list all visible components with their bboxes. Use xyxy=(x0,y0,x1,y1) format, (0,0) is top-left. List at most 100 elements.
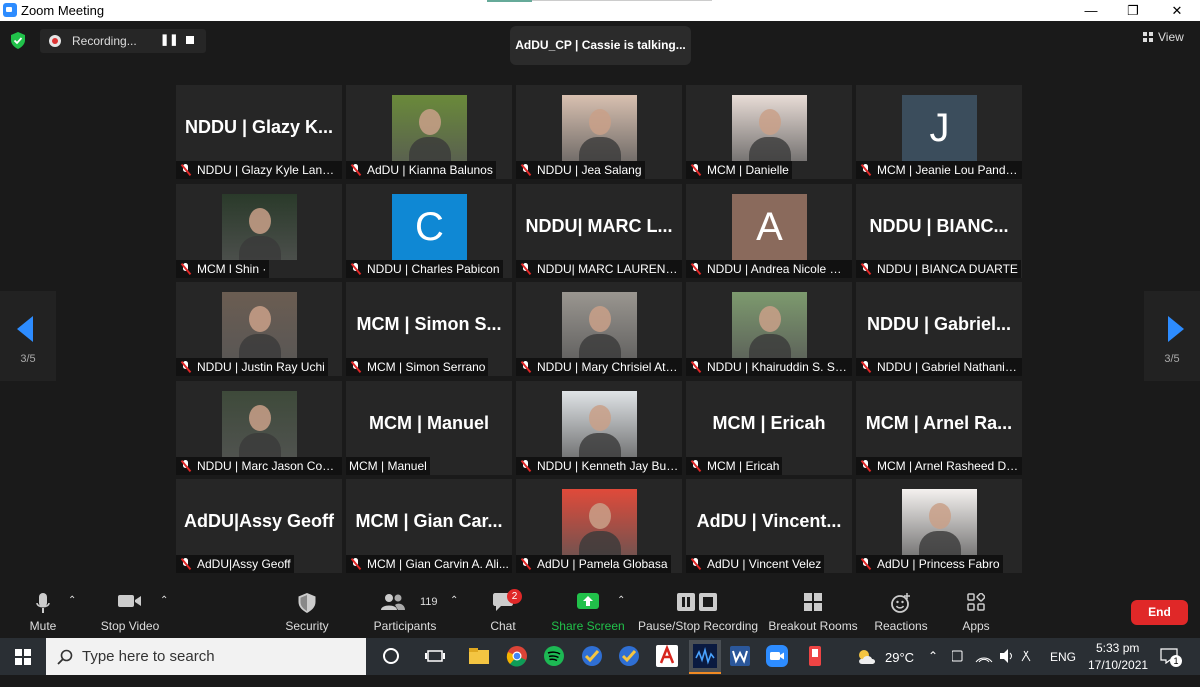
participant-tile[interactable]: NDDU | Khairuddin S. Sal... xyxy=(686,282,852,376)
reactions-button[interactable]: Reactions xyxy=(870,581,932,638)
participant-name-label: MCM | Gian Carvin A. Ali... xyxy=(346,555,512,573)
participant-tile[interactable]: MCM | Ericah MCM | Ericah xyxy=(686,380,852,475)
acrobat-icon[interactable] xyxy=(655,644,679,668)
participant-tile[interactable]: NDDU | BIANC... NDDU | BIANCA DUARTE xyxy=(856,183,1022,278)
next-page-button[interactable]: 3/5 xyxy=(1144,291,1200,381)
participant-tile[interactable]: AdDU | Princess Fabro xyxy=(856,479,1022,573)
participant-tile[interactable]: NDDU | Gabriel... NDDU | Gabriel Nathanie… xyxy=(856,282,1022,376)
audio-app-icon[interactable] xyxy=(689,640,721,674)
security-button[interactable]: Security xyxy=(281,581,333,638)
chat-button[interactable]: 2 Chat xyxy=(480,581,526,638)
muted-microphone-icon xyxy=(519,361,533,373)
start-button[interactable] xyxy=(0,638,46,675)
taskbar-search-box[interactable]: Type here to search xyxy=(46,638,366,675)
participant-tile[interactable]: NDDU| MARC L... NDDU| MARC LAUREN P... xyxy=(516,183,682,278)
breakout-rooms-button[interactable]: Breakout Rooms xyxy=(768,581,858,638)
video-options-chevron-icon[interactable]: ⌃ xyxy=(160,595,168,606)
task-view-icon[interactable] xyxy=(379,644,403,668)
participant-tile[interactable]: MCM | Arnel Ra... MCM | Arnel Rasheed De.… xyxy=(856,380,1022,475)
mute-button[interactable]: Mute xyxy=(18,581,68,638)
chrome-icon[interactable] xyxy=(505,644,529,668)
title-bar: Zoom Meeting — ❐ ✕ xyxy=(0,0,1200,21)
participant-tile[interactable]: AdDU | Kianna Balunos xyxy=(346,85,512,179)
participant-tile[interactable]: MCM | Gian Car... MCM | Gian Carvin A. Al… xyxy=(346,479,512,573)
participant-tile[interactable]: NDDU | Mary Chrisiel Ata... xyxy=(516,282,682,376)
participant-tile[interactable]: C NDDU | Charles Pabicon xyxy=(346,183,512,278)
muted-microphone-icon xyxy=(859,262,873,275)
participant-tile[interactable]: MCM | Danielle xyxy=(686,85,852,179)
participant-name: NDDU | Kenneth Jay Bue... xyxy=(537,458,682,473)
pinned-app-icon[interactable] xyxy=(803,644,827,668)
input-language[interactable]: ENG xyxy=(1050,650,1076,687)
person-body-icon xyxy=(579,137,621,161)
participant-tile[interactable]: NDDU | Marc Jason Com... xyxy=(176,380,342,475)
participant-tile[interactable]: NDDU | Jea Salang xyxy=(516,85,682,179)
zoom-taskbar-icon[interactable] xyxy=(765,644,789,668)
checkmark-app-icon[interactable] xyxy=(580,644,604,668)
participant-video-thumbnail xyxy=(902,489,977,555)
notifications-button[interactable]: 1 xyxy=(1158,638,1188,675)
recording-pause-icon[interactable]: ❚❚ xyxy=(160,33,178,46)
participant-name: NDDU | Marc Jason Com... xyxy=(197,458,342,473)
person-silhouette-icon xyxy=(589,306,611,332)
participants-options-chevron-icon[interactable]: ⌃ xyxy=(450,595,458,606)
show-hidden-icons-chevron-icon[interactable]: ⌃ xyxy=(928,649,938,686)
participant-tile[interactable]: J MCM | Jeanie Lou Pandero xyxy=(856,85,1022,179)
zoom-app-icon xyxy=(3,3,17,17)
person-body-icon xyxy=(579,432,621,457)
participant-display-name: NDDU | BIANC... xyxy=(869,215,1009,236)
pause-stop-recording-button[interactable]: Pause/Stop Recording xyxy=(638,581,758,638)
participant-tile[interactable]: NDDU | Glazy K... NDDU | Glazy Kyle Lande… xyxy=(176,85,342,179)
participant-display-name: MCM | Arnel Ra... xyxy=(865,412,1013,433)
video-camera-icon xyxy=(118,595,141,607)
participant-display-name: NDDU| MARC L... xyxy=(525,215,673,236)
participant-name-label: MCM | Jeanie Lou Pandero xyxy=(856,161,1022,179)
chat-unread-badge: 2 xyxy=(507,589,522,604)
participant-tile[interactable]: MCM | Simon S... MCM | Simon Serrano xyxy=(346,282,512,376)
maximize-button[interactable]: ❐ xyxy=(1110,0,1156,21)
muted-microphone-icon xyxy=(519,459,533,472)
clock[interactable]: 5:33 pm 17/10/2021 xyxy=(1088,638,1148,675)
audio-options-chevron-icon[interactable]: ⌃ xyxy=(68,595,76,606)
close-button[interactable]: ✕ xyxy=(1154,0,1200,21)
previous-page-button[interactable]: 3/5 xyxy=(0,291,56,381)
task-switcher-icon[interactable] xyxy=(423,644,447,668)
participant-video-thumbnail xyxy=(562,390,637,457)
participant-tile[interactable]: AdDU | Vincent... AdDU | Vincent Velez xyxy=(686,479,852,573)
muted-microphone-icon xyxy=(859,459,873,472)
person-silhouette-icon xyxy=(759,109,781,135)
reactions-label: Reactions xyxy=(874,619,928,633)
participant-tile[interactable]: MCM | Manuel MCM | Manuel xyxy=(346,380,512,475)
participant-tile[interactable]: A NDDU | Andrea Nicole Hi... xyxy=(686,183,852,278)
weather-widget[interactable]: 29°C xyxy=(857,638,917,675)
word-icon[interactable] xyxy=(728,644,752,668)
encryption-shield-icon[interactable] xyxy=(10,32,26,49)
participant-tile[interactable]: NDDU | Justin Ray Uchi xyxy=(176,282,342,376)
participant-tile[interactable]: AdDU | Pamela Globasa xyxy=(516,479,682,573)
end-meeting-button[interactable]: End xyxy=(1131,600,1188,625)
search-placeholder: Type here to search xyxy=(82,648,215,665)
weather-cloud-icon xyxy=(859,650,875,664)
share-options-chevron-icon[interactable]: ⌃ xyxy=(617,595,625,606)
participant-tile[interactable]: NDDU | Kenneth Jay Bue... xyxy=(516,380,682,475)
participant-avatar: J xyxy=(902,95,977,161)
notifications-count: 1 xyxy=(1170,655,1182,667)
share-screen-button[interactable]: Share Screen xyxy=(550,581,626,638)
view-button[interactable]: View xyxy=(1143,30,1184,44)
chevron-right-icon xyxy=(1168,316,1184,342)
participant-name-label: NDDU | Justin Ray Uchi xyxy=(176,358,328,376)
minimize-button[interactable]: — xyxy=(1068,0,1114,21)
apps-button[interactable]: Apps xyxy=(950,581,1002,638)
participant-tile[interactable]: MCM l Shin · xyxy=(176,183,342,278)
file-explorer-icon[interactable] xyxy=(467,644,491,668)
checkmark-app-2-icon[interactable] xyxy=(617,644,641,668)
spotify-icon[interactable] xyxy=(542,644,566,668)
participant-tile[interactable]: AdDU|Assy Geoff AdDU|Assy Geoff xyxy=(176,479,342,573)
stop-video-button[interactable]: Stop Video xyxy=(95,581,165,638)
recording-stop-icon[interactable] xyxy=(186,36,194,44)
participant-name: AdDU | Vincent Velez xyxy=(707,557,822,571)
participant-video-thumbnail xyxy=(562,292,637,358)
participant-video-thumbnail xyxy=(562,489,637,555)
person-silhouette-icon xyxy=(249,306,271,332)
participants-button[interactable]: 119 Participants xyxy=(370,581,440,638)
